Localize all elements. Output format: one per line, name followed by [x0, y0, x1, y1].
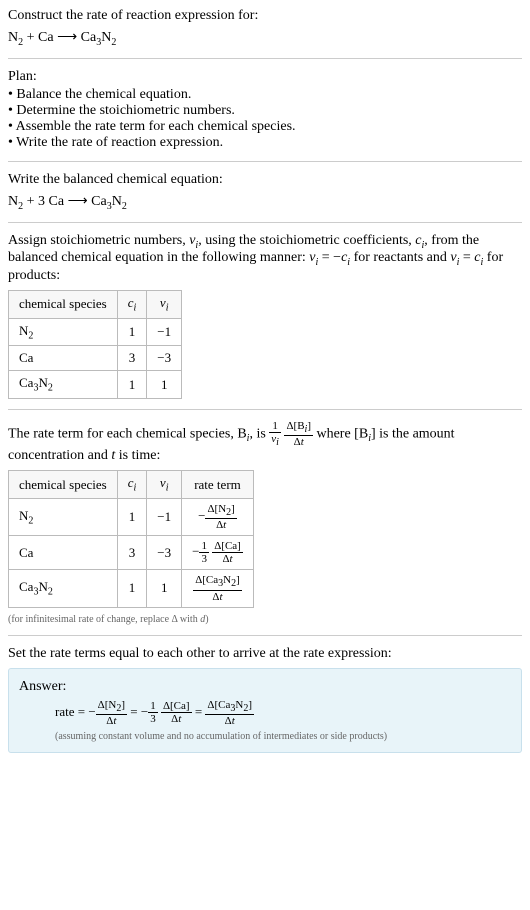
cell-c: 1 — [117, 570, 147, 607]
final: Set the rate terms equal to each other t… — [8, 646, 522, 753]
cell-species: Ca — [9, 346, 118, 371]
table-row: Ca 3 −3 −13 Δ[Ca]Δt — [9, 536, 254, 570]
col-rate: rate term — [182, 471, 254, 499]
cell-v: 1 — [147, 371, 182, 399]
cell-rate: −Δ[N2]Δt — [182, 498, 254, 535]
divider — [8, 222, 522, 223]
cell-c: 1 — [117, 371, 147, 399]
table-header-row: chemical species ci νi rate term — [9, 471, 254, 499]
cell-c: 1 — [117, 498, 147, 535]
divider — [8, 161, 522, 162]
cell-species: N2 — [9, 318, 118, 346]
answer-box: Answer: rate = −Δ[N2]Δt = −13 Δ[Ca]Δt = … — [8, 668, 522, 753]
cell-rate: −13 Δ[Ca]Δt — [182, 536, 254, 570]
intro-equation: N2 + Ca ⟶ Ca3N2 — [8, 28, 522, 48]
plan-list: Balance the chemical equation. Determine… — [8, 87, 522, 151]
plan-label: Plan: — [8, 69, 522, 85]
cell-species: N2 — [9, 498, 118, 535]
assign: Assign stoichiometric numbers, νi, using… — [8, 233, 522, 399]
cell-rate: Δ[Ca3N2]Δt — [182, 570, 254, 607]
assign-text: Assign stoichiometric numbers, νi, using… — [8, 233, 522, 285]
plan-item: Determine the stoichiometric numbers. — [8, 103, 522, 119]
cell-v: 1 — [147, 570, 182, 607]
cell-v: −1 — [147, 498, 182, 535]
col-species: chemical species — [9, 471, 118, 499]
table-row: N2 1 −1 — [9, 318, 182, 346]
final-label: Set the rate terms equal to each other t… — [8, 646, 522, 662]
rate-table: chemical species ci νi rate term N2 1 −1… — [8, 470, 254, 607]
table-header-row: chemical species ci νi — [9, 291, 182, 319]
table-row: N2 1 −1 −Δ[N2]Δt — [9, 498, 254, 535]
cell-v: −1 — [147, 318, 182, 346]
intro-text: Construct the rate of reaction expressio… — [8, 8, 522, 24]
cell-species: Ca3N2 — [9, 570, 118, 607]
cell-species: Ca3N2 — [9, 371, 118, 399]
plan-item: Assemble the rate term for each chemical… — [8, 119, 522, 135]
col-ci: ci — [117, 471, 147, 499]
answer-label: Answer: — [19, 679, 511, 695]
cell-c: 3 — [117, 346, 147, 371]
table-row: Ca3N2 1 1 — [9, 371, 182, 399]
intro: Construct the rate of reaction expressio… — [8, 8, 522, 48]
rateterm: The rate term for each chemical species,… — [8, 420, 522, 625]
col-vi: νi — [147, 291, 182, 319]
rateterm-text: The rate term for each chemical species,… — [8, 420, 522, 464]
col-ci: ci — [117, 291, 147, 319]
answer-note: (assuming constant volume and no accumul… — [19, 731, 511, 742]
divider — [8, 635, 522, 636]
balanced: Write the balanced chemical equation: N2… — [8, 172, 522, 212]
col-vi: νi — [147, 471, 182, 499]
cell-c: 3 — [117, 536, 147, 570]
cell-v: −3 — [147, 536, 182, 570]
divider — [8, 58, 522, 59]
plan-item: Balance the chemical equation. — [8, 87, 522, 103]
stoich-table: chemical species ci νi N2 1 −1 Ca 3 −3 C… — [8, 290, 182, 399]
divider — [8, 409, 522, 410]
cell-v: −3 — [147, 346, 182, 371]
balanced-label: Write the balanced chemical equation: — [8, 172, 522, 188]
table-row: Ca 3 −3 — [9, 346, 182, 371]
plan: Plan: Balance the chemical equation. Det… — [8, 69, 522, 151]
balanced-equation: N2 + 3 Ca ⟶ Ca3N2 — [8, 192, 522, 212]
answer-body: rate = −Δ[N2]Δt = −13 Δ[Ca]Δt = Δ[Ca3N2]… — [19, 699, 511, 727]
col-species: chemical species — [9, 291, 118, 319]
table-row: Ca3N2 1 1 Δ[Ca3N2]Δt — [9, 570, 254, 607]
cell-species: Ca — [9, 536, 118, 570]
cell-c: 1 — [117, 318, 147, 346]
rate-table-note: (for infinitesimal rate of change, repla… — [8, 614, 522, 625]
plan-item: Write the rate of reaction expression. — [8, 135, 522, 151]
